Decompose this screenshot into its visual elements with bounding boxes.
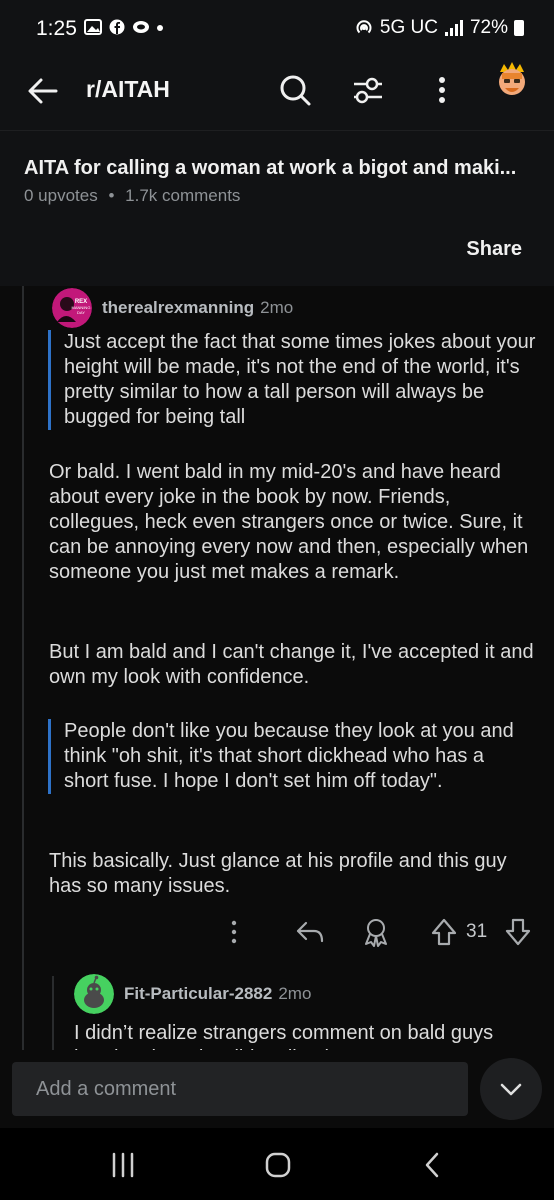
comment-composer (0, 1050, 554, 1128)
post-comment-count: 1.7k comments (125, 186, 241, 205)
more-options-icon[interactable] (218, 916, 250, 948)
subreddit-title[interactable]: r/AITAH (86, 76, 170, 103)
recent-apps-icon[interactable] (106, 1148, 140, 1182)
comment-time: 2mo (260, 298, 294, 317)
battery-icon (514, 20, 524, 36)
share-bar: Share (0, 230, 554, 286)
scroll-down-button[interactable] (480, 1058, 542, 1120)
reply-author[interactable]: Fit-Particular-2882 (124, 984, 272, 1004)
post-meta: 0 upvotes • 1.7k comments (24, 186, 240, 206)
gallery-icon (84, 19, 102, 35)
vote-count: 31 (466, 921, 488, 942)
downvote-icon[interactable] (502, 916, 534, 948)
post-header[interactable]: AITA for calling a woman at work a bigot… (0, 130, 554, 230)
reply-author-row[interactable]: Fit-Particular-2882 2mo (74, 974, 311, 1014)
comment-author[interactable]: therealrexmanning (102, 298, 254, 318)
quote-block: People don't like you because they look … (48, 719, 518, 794)
comment-paragraph: Or bald. I went bald in my mid-20's and … (49, 461, 529, 583)
network-label: 5G UC (379, 17, 438, 38)
post-title[interactable]: AITA for calling a woman at work a bigot… (24, 157, 534, 180)
reply-text: I didn’t realize strangers comment on ba… (74, 1022, 494, 1050)
search-icon[interactable] (277, 72, 313, 108)
battery-label: 72% (469, 17, 508, 38)
comment-thread: REX MANNING DAY therealrexmanning 2mo Ju… (0, 286, 554, 1050)
back-arrow-icon[interactable] (26, 74, 60, 108)
filter-icon[interactable] (350, 72, 386, 108)
reply-time: 2mo (278, 984, 312, 1003)
home-icon[interactable] (261, 1148, 295, 1182)
status-right: 5G UC 72% (354, 17, 524, 39)
chat-icon (133, 21, 149, 33)
reply-thread-line[interactable] (52, 976, 54, 1050)
system-nav-bar (0, 1128, 554, 1200)
award-icon[interactable] (360, 916, 392, 948)
more-vertical-icon[interactable] (424, 72, 460, 108)
status-bar: 1:25 5G UC 72% (0, 0, 554, 60)
comment-paragraph: But I am bald and I can't change it, I'v… (49, 641, 534, 688)
chevron-down-icon (500, 1083, 522, 1096)
reply-icon[interactable] (294, 916, 326, 948)
comment-author-row[interactable]: REX MANNING DAY therealrexmanning 2mo (52, 288, 293, 328)
comment-paragraph: This basically. Just glance at his profi… (49, 850, 507, 897)
upvote-icon[interactable] (428, 916, 460, 948)
user-avatar-icon[interactable] (492, 60, 532, 100)
avatar-text-day: DAY (77, 310, 85, 315)
comment-actions: 31 (0, 916, 554, 952)
meta-separator: • (108, 186, 115, 205)
facebook-icon (109, 19, 125, 35)
back-icon[interactable] (416, 1148, 450, 1182)
reply-avatar[interactable] (74, 974, 114, 1014)
quote-block: Just accept the fact that some times jok… (48, 330, 538, 430)
signal-icon (444, 20, 463, 36)
hotspot-icon (356, 20, 372, 34)
post-upvotes: 0 upvotes (24, 186, 98, 205)
dot-icon (157, 25, 163, 31)
app-header: r/AITAH (0, 60, 554, 130)
notification-icons (84, 19, 164, 35)
avatar[interactable]: REX MANNING DAY (52, 288, 92, 328)
add-comment-input[interactable] (12, 1062, 468, 1116)
status-time: 1:25 (36, 17, 77, 40)
share-button[interactable]: Share (466, 238, 522, 261)
